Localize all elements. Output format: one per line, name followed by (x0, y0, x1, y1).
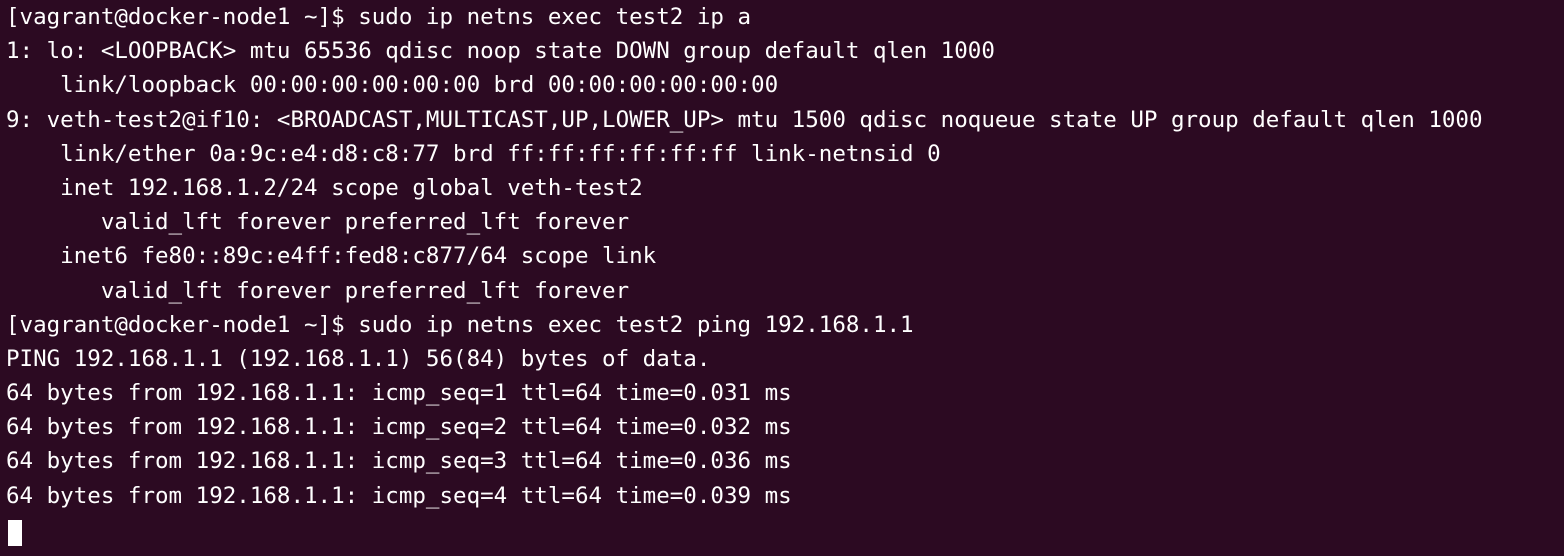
terminal-line-veth-inet6: inet6 fe80::89c:e4ff:fed8:c877/64 scope … (6, 243, 657, 270)
terminal-line-prompt-ip-a: [vagrant@docker-node1 ~]$ sudo ip netns … (6, 4, 752, 30)
terminal-line-ping-reply-4: 64 bytes from 192.168.1.1: icmp_seq=4 tt… (6, 482, 792, 509)
terminal-line-inet6-lifetime: valid_lft forever preferred_lft forever (6, 277, 630, 304)
terminal-line-ping-reply-2: 64 bytes from 192.168.1.1: icmp_seq=2 tt… (6, 414, 792, 441)
terminal-line-veth-link: link/ether 0a:9c:e4:d8:c8:77 brd ff:ff:f… (6, 140, 941, 167)
terminal-line-veth-inet: inet 192.168.1.2/24 scope global veth-te… (6, 174, 643, 201)
terminal-line-ping-header: PING 192.168.1.1 (192.168.1.1) 56(84) by… (6, 345, 711, 372)
terminal-cursor (8, 519, 22, 546)
terminal-input-line[interactable] (6, 513, 1564, 547)
terminal-line-ping-reply-1: 64 bytes from 192.168.1.1: icmp_seq=1 tt… (6, 380, 792, 407)
terminal-window[interactable]: [vagrant@docker-node1 ~]$ sudo ip netns … (0, 0, 1564, 556)
terminal-line-lo-interface: 1: lo: <LOOPBACK> mtu 65536 qdisc noop s… (6, 38, 995, 65)
terminal-line-veth-interface: 9: veth-test2@if10: <BROADCAST,MULTICAST… (6, 106, 1483, 133)
terminal-line-lo-link: link/loopback 00:00:00:00:00:00 brd 00:0… (6, 72, 779, 99)
terminal-line-inet-lifetime: valid_lft forever preferred_lft forever (6, 209, 630, 236)
terminal-line-prompt-ping: [vagrant@docker-node1 ~]$ sudo ip netns … (6, 311, 914, 338)
terminal-line-ping-reply-3: 64 bytes from 192.168.1.1: icmp_seq=3 tt… (6, 448, 792, 475)
